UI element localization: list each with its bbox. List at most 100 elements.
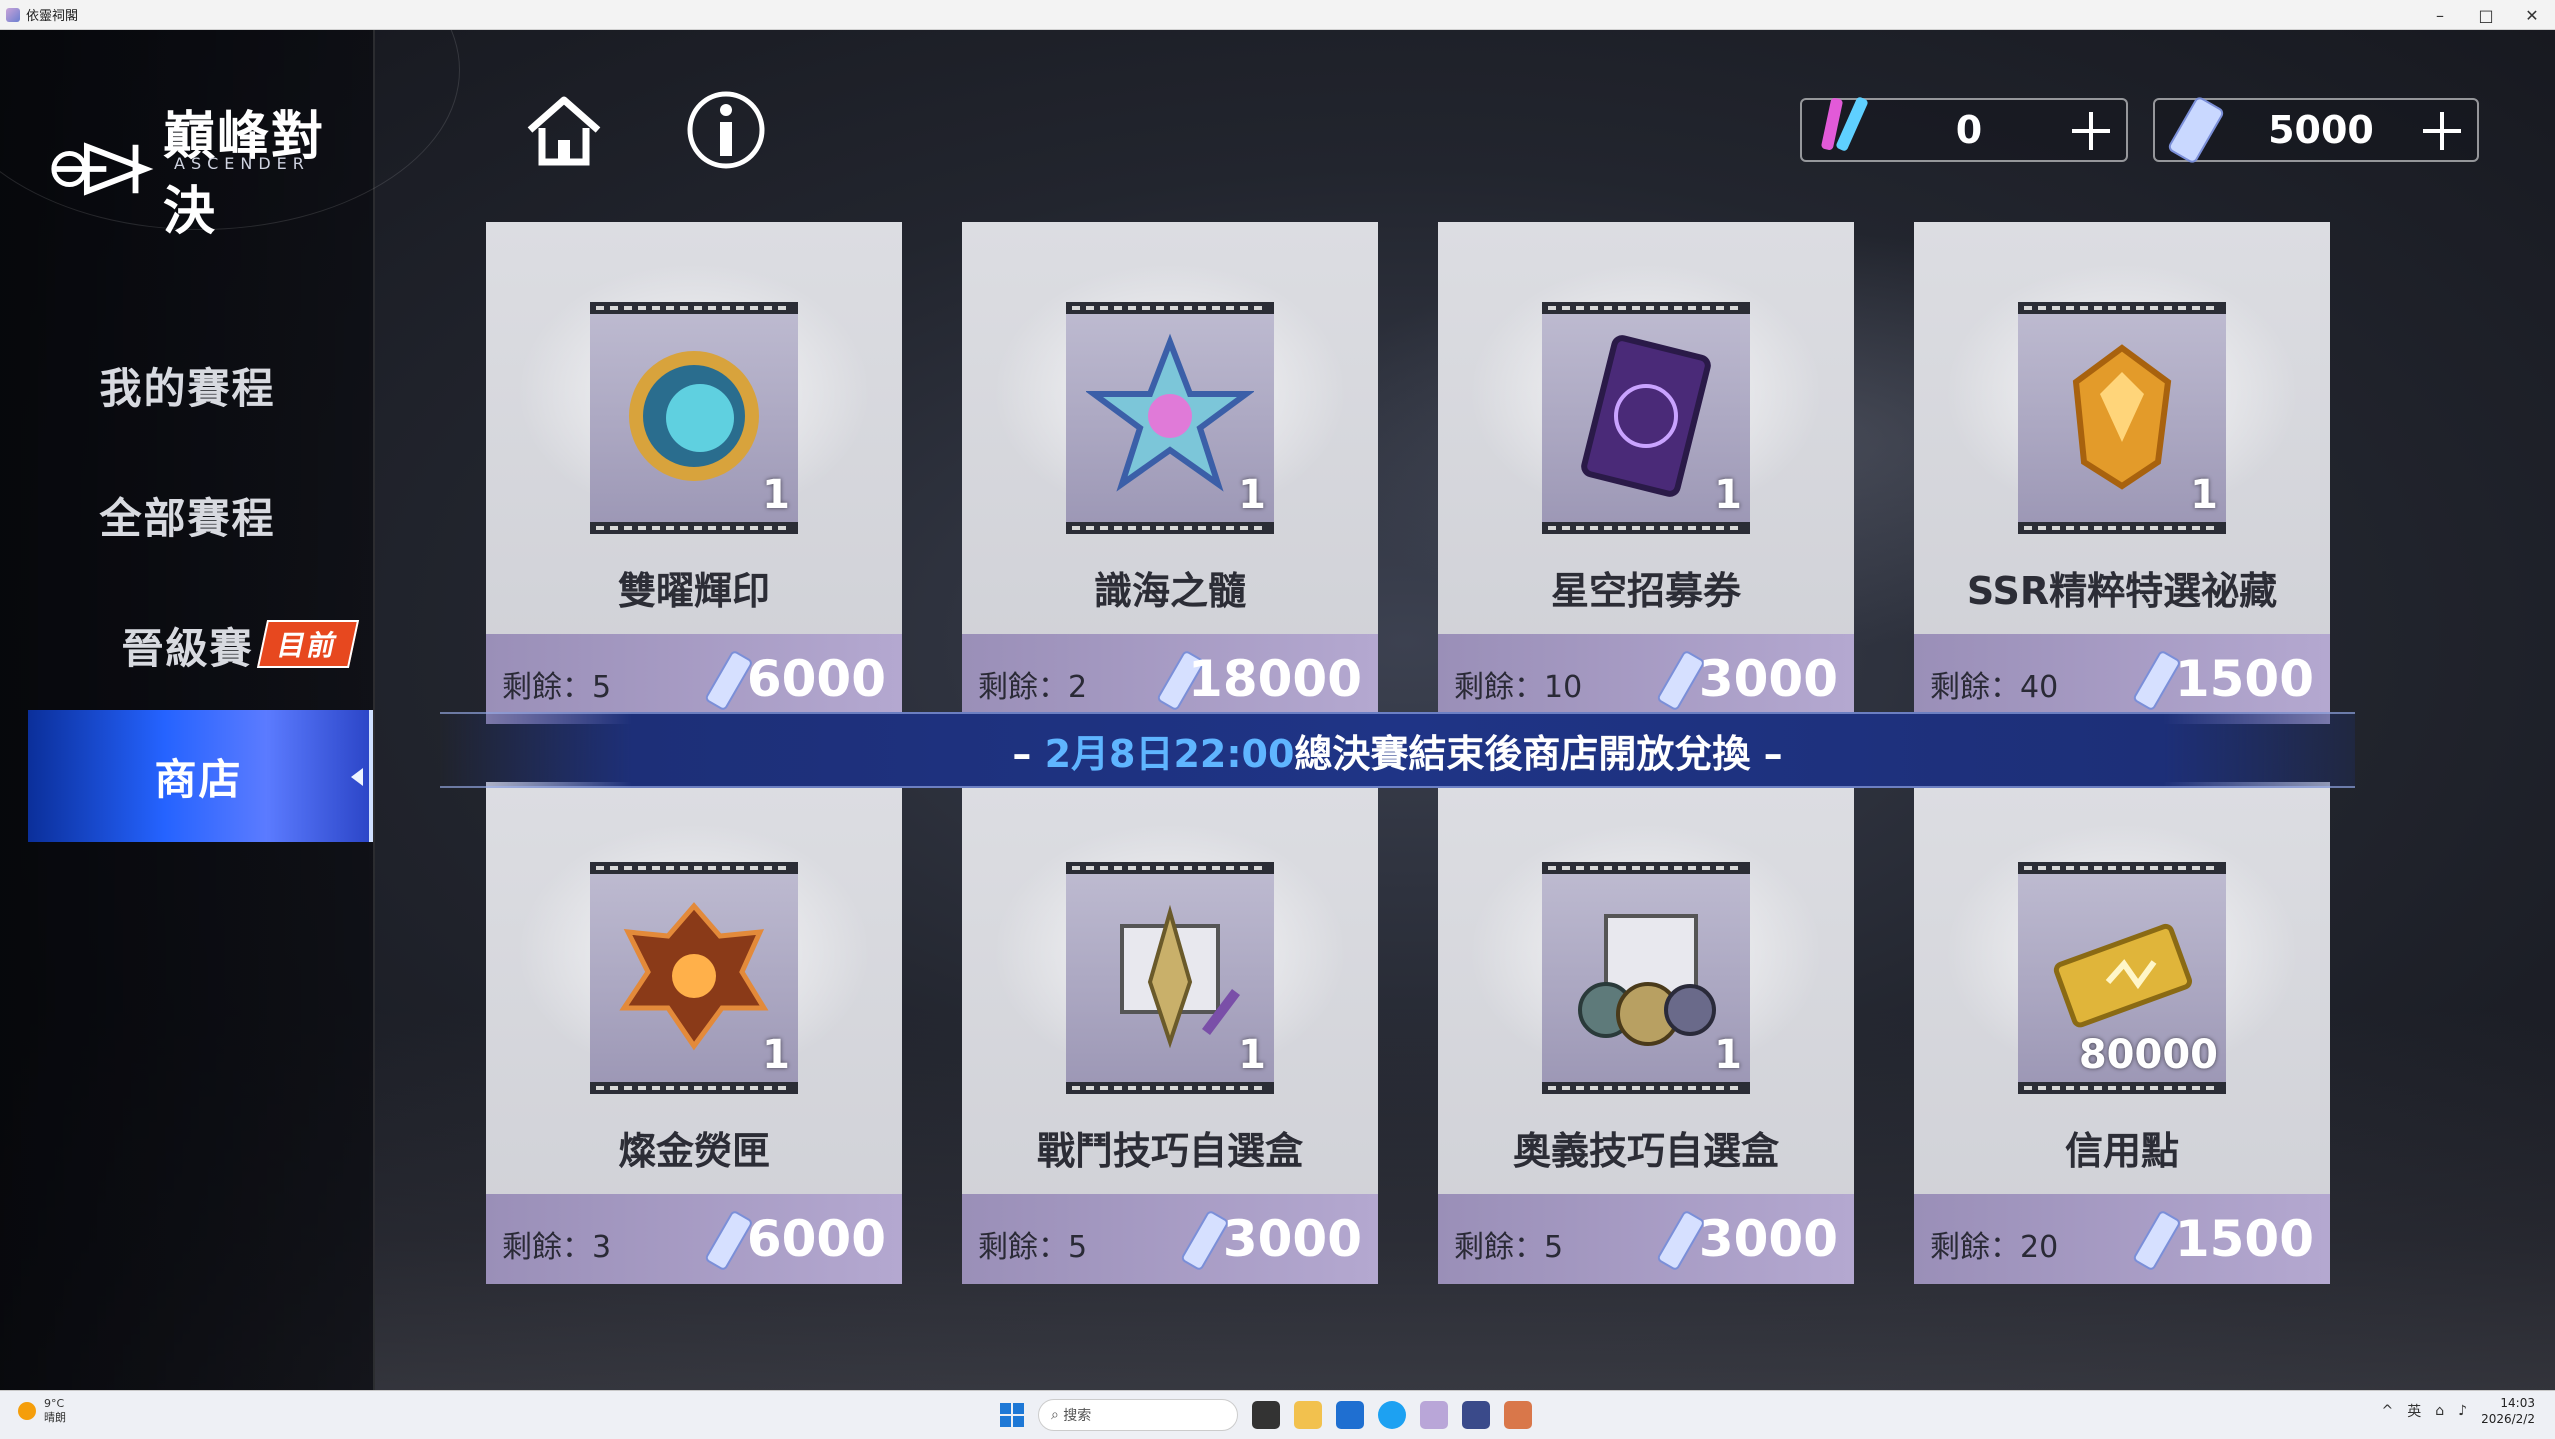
item-price: 6000 <box>746 650 886 708</box>
taskbar-apps: ⌕ 搜索 <box>1000 1399 1532 1431</box>
item-name: 星空招募券 <box>1550 569 1741 613</box>
shop-item-card[interactable]: 1 奧義技巧自選盒 剩餘：5 3000 <box>1438 782 1854 1284</box>
currency-ticket: 5000 <box>2153 97 2479 163</box>
remain-text: 剩餘：40 <box>1930 670 2059 705</box>
close-button[interactable]: ✕ <box>2509 0 2555 30</box>
nav-label: 商店 <box>154 754 243 804</box>
weather-widget[interactable]: 9°C 晴朗 <box>18 1397 66 1425</box>
nav-shop[interactable]: 商店 <box>28 710 373 842</box>
app-icon[interactable] <box>1462 1401 1490 1429</box>
shop-item-card[interactable]: 1 戰鬥技巧自選盒 剩餘：5 3000 <box>962 782 1378 1284</box>
volume-icon[interactable]: ♪ <box>2458 1403 2467 1419</box>
app-icon <box>6 7 20 22</box>
shop-item-card[interactable]: 80000 信用點 剩餘：20 1500 <box>1914 782 2330 1284</box>
minimize-button[interactable]: – <box>2417 0 2463 30</box>
shop-item-card[interactable]: 1 SSR精粹特選祕藏 剩餘：40 1500 <box>1914 222 2330 724</box>
sidebar: 巔峰對決 ASCENDER 我的賽程 全部賽程 晉級賽 目前 商店 <box>0 30 460 1390</box>
chevron-up-icon[interactable]: ^ <box>2382 1403 2394 1419</box>
nav-label: 晉級賽 <box>121 623 254 673</box>
window-title: 依靈祠閣 <box>26 9 79 24</box>
item-name: 雙曜輝印 <box>617 569 770 613</box>
item-quantity: 1 <box>762 472 790 518</box>
card-footer: 剩餘：3 6000 <box>486 1194 902 1284</box>
card-footer: 剩餘：40 1500 <box>1914 634 2330 724</box>
window-controls: – □ ✕ <box>2417 0 2555 30</box>
shop-item-card[interactable]: 1 識海之髓 剩餘：2 18000 <box>962 222 1378 724</box>
card-footer: 剩餘：5 3000 <box>1438 1194 1854 1284</box>
card-footer: 剩餘：10 3000 <box>1438 634 1854 724</box>
game-logo: 巔峰對決 ASCENDER <box>48 94 373 244</box>
glowstick-icon <box>1821 97 1868 151</box>
add-glowstick-button[interactable] <box>2068 108 2114 154</box>
maximize-button[interactable]: □ <box>2463 0 2509 30</box>
item-quantity: 1 <box>1238 472 1266 518</box>
card-icon <box>1581 335 1711 497</box>
side-nav: 我的賽程 全部賽程 晉級賽 目前 商店 <box>0 320 375 842</box>
logo-mark-icon <box>51 142 154 196</box>
windows-start-icon[interactable] <box>1000 1403 1024 1427</box>
ticket-icon <box>2168 97 2224 163</box>
current-badge: 目前 <box>256 620 360 668</box>
card-footer: 剩餘：5 6000 <box>486 634 902 724</box>
skill-box-icon <box>1578 914 1716 1046</box>
nav-all-schedule[interactable]: 全部賽程 <box>0 450 375 580</box>
card-footer: 剩餘：2 18000 <box>962 634 1378 724</box>
banner-text: – 2月8日22:00總決賽結束後商店開放兌換 – <box>1012 731 1783 776</box>
emblem-icon <box>629 351 759 481</box>
store-icon[interactable] <box>1336 1401 1364 1429</box>
item-price: 3000 <box>1698 1210 1838 1268</box>
star-crystal-icon <box>1086 333 1254 492</box>
language-indicator[interactable]: 英 <box>2407 1401 2421 1421</box>
item-quantity: 1 <box>1714 1032 1742 1078</box>
item-name: SSR精粹特選祕藏 <box>1966 569 2278 613</box>
remain-text: 剩餘：10 <box>1454 670 1583 705</box>
item-name: 奧義技巧自選盒 <box>1512 1129 1779 1173</box>
item-quantity: 1 <box>2190 472 2218 518</box>
active-caret-icon <box>351 768 363 786</box>
item-name: 信用點 <box>2064 1129 2179 1173</box>
ticket-count: 5000 <box>2268 108 2374 152</box>
item-price: 3000 <box>1698 650 1838 708</box>
add-ticket-button[interactable] <box>2419 108 2465 154</box>
remain-text: 剩餘：3 <box>502 1230 612 1265</box>
file-explorer-icon[interactable] <box>1294 1401 1322 1429</box>
item-quantity: 1 <box>1714 472 1742 518</box>
item-price: 1500 <box>2174 650 2314 708</box>
gold-box-icon <box>619 902 769 1051</box>
game-app-icon[interactable] <box>1420 1401 1448 1429</box>
game-viewport: 巔峰對決 ASCENDER 我的賽程 全部賽程 晉級賽 目前 商店 0 5000… <box>0 30 2555 1390</box>
item-price: 1500 <box>2174 1210 2314 1268</box>
task-view-icon[interactable] <box>1252 1401 1280 1429</box>
taskbar-search[interactable]: ⌕ 搜索 <box>1038 1399 1238 1431</box>
nav-my-schedule[interactable]: 我的賽程 <box>0 320 375 450</box>
remain-text: 剩餘：5 <box>978 1230 1088 1265</box>
card-footer: 剩餘：20 1500 <box>1914 1194 2330 1284</box>
home-icon[interactable] <box>522 88 606 172</box>
network-icon[interactable]: ⌂ <box>2435 1403 2444 1419</box>
shop-item-card[interactable]: 1 星空招募券 剩餘：10 3000 <box>1438 222 1854 724</box>
sun-icon <box>18 1402 36 1420</box>
currency-glowstick: 0 <box>1800 97 2128 162</box>
battle-box-icon <box>1120 904 1240 1049</box>
remain-text: 剩餘：2 <box>978 670 1088 705</box>
remain-text: 剩餘：5 <box>1454 1230 1564 1265</box>
edge-icon[interactable] <box>1378 1401 1406 1429</box>
window-titlebar: 依靈祠閣 – □ ✕ <box>0 0 2555 30</box>
system-tray: ^ 英 ⌂ ♪ 14:03 2026/2/2 <box>2382 1395 2535 1427</box>
shop-item-card[interactable]: 1 雙曜輝印 剩餘：5 6000 <box>486 222 902 724</box>
app-icon[interactable] <box>1504 1401 1532 1429</box>
info-icon[interactable] <box>684 88 768 172</box>
shop-item-card[interactable]: 1 燦金熒匣 剩餘：3 6000 <box>486 782 902 1284</box>
item-name: 燦金熒匣 <box>617 1129 770 1173</box>
taskbar: 9°C 晴朗 ⌕ 搜索 ^ 英 ⌂ ♪ 14:03 2026/2/2 <box>0 1390 2555 1439</box>
gem-icon <box>2072 344 2172 490</box>
nav-label: 全部賽程 <box>99 493 276 543</box>
nav-promotion[interactable]: 晉級賽 目前 <box>0 580 375 710</box>
logo-subtitle: ASCENDER <box>174 154 310 173</box>
item-price: 3000 <box>1222 1210 1362 1268</box>
clock[interactable]: 14:03 2026/2/2 <box>2481 1395 2535 1427</box>
shop-notice-banner: – 2月8日22:00總決賽結束後商店開放兌換 – <box>440 712 2355 788</box>
item-price: 18000 <box>1188 650 1362 708</box>
remain-text: 剩餘：20 <box>1930 1230 2059 1265</box>
card-footer: 剩餘：5 3000 <box>962 1194 1378 1284</box>
